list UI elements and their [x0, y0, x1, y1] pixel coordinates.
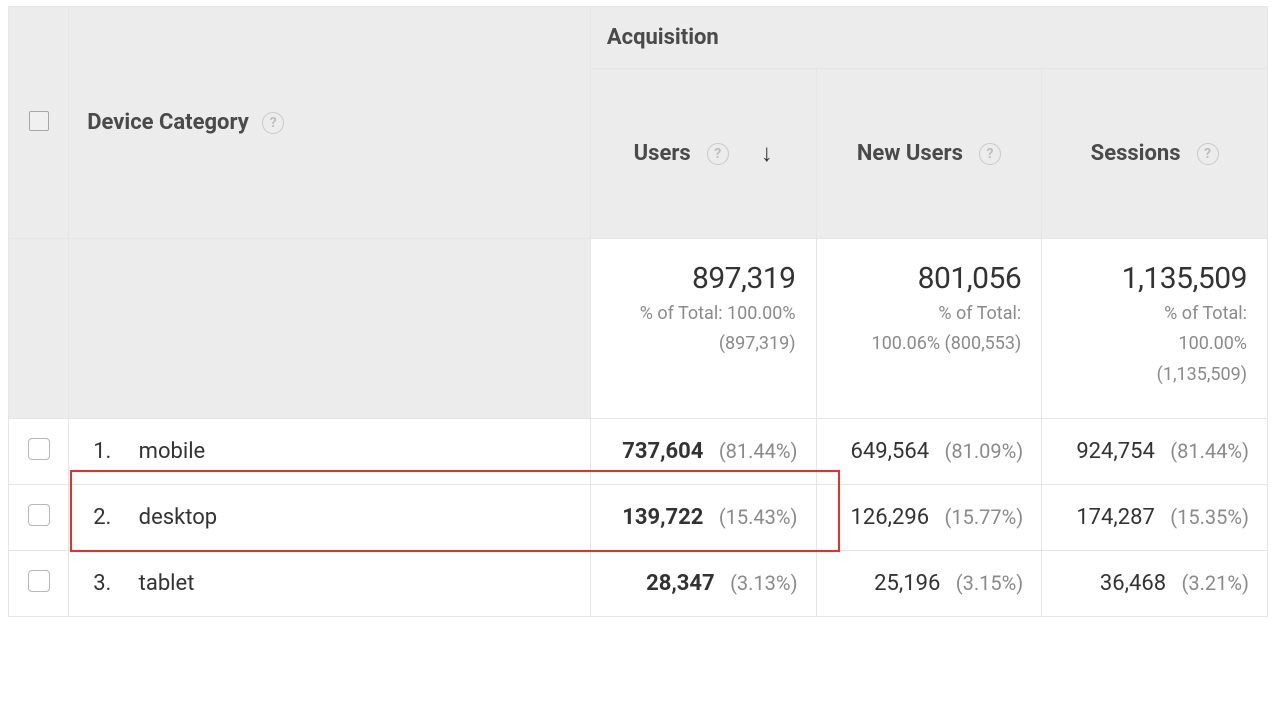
summary-check-cell [9, 239, 69, 419]
users-cell: 737,604 (81.44%) [590, 419, 816, 485]
summary-row: 897,319 % of Total: 100.00% (897,319) 80… [9, 239, 1268, 419]
table-row: 3. tablet 28,347 (3.13%) 25,196 (3.15%) … [9, 551, 1268, 617]
help-icon[interactable]: ? [707, 143, 729, 165]
new-users-value: 649,564 [851, 439, 930, 464]
new-users-value: 126,296 [851, 505, 930, 530]
acquisition-header: Acquisition [590, 7, 1267, 69]
summary-users-value: 897,319 [601, 261, 796, 296]
row-checkbox[interactable] [28, 438, 50, 460]
summary-users-sub1: % of Total: 100.00% [601, 302, 796, 326]
sessions-cell: 36,468 (3.21%) [1042, 551, 1268, 617]
sessions-header-label: Sessions [1091, 141, 1181, 166]
row-index: 2. [93, 505, 133, 530]
users-column-header[interactable]: Users ? ↓ [590, 69, 816, 239]
summary-users-sub2: (897,319) [601, 332, 796, 356]
new-users-column-header[interactable]: New Users ? [816, 69, 1042, 239]
summary-sessions-value: 1,135,509 [1052, 261, 1247, 296]
dimension-cell[interactable]: 2. desktop [69, 485, 591, 551]
row-check-cell [9, 485, 69, 551]
summary-users: 897,319 % of Total: 100.00% (897,319) [590, 239, 816, 419]
sessions-pct: (3.21%) [1182, 571, 1249, 595]
summary-dimension-cell [69, 239, 591, 419]
row-index: 3. [93, 571, 133, 596]
new-users-cell: 649,564 (81.09%) [816, 419, 1042, 485]
summary-new-users-sub2: 100.06% (800,553) [827, 332, 1022, 356]
sessions-cell: 924,754 (81.44%) [1042, 419, 1268, 485]
dimension-cell[interactable]: 1. mobile [69, 419, 591, 485]
sessions-value: 36,468 [1100, 571, 1166, 596]
help-icon[interactable]: ? [979, 143, 1001, 165]
summary-new-users-value: 801,056 [827, 261, 1022, 296]
new-users-cell: 126,296 (15.77%) [816, 485, 1042, 551]
row-label: desktop [139, 505, 217, 530]
header-checkbox-cell [9, 7, 69, 239]
row-check-cell [9, 551, 69, 617]
row-checkbox[interactable] [28, 570, 50, 592]
acquisition-header-label: Acquisition [607, 25, 719, 50]
users-cell: 139,722 (15.43%) [590, 485, 816, 551]
users-header-label: Users [634, 141, 691, 166]
sessions-pct: (81.44%) [1170, 439, 1249, 463]
dimension-header-label: Device Category [87, 110, 249, 135]
users-pct: (81.44%) [719, 439, 798, 463]
sessions-column-header[interactable]: Sessions ? [1042, 69, 1268, 239]
new-users-cell: 25,196 (3.15%) [816, 551, 1042, 617]
sessions-pct: (15.35%) [1170, 505, 1249, 529]
new-users-pct: (3.15%) [956, 571, 1023, 595]
users-pct: (15.43%) [719, 505, 798, 529]
summary-sessions: 1,135,509 % of Total: 100.00% (1,135,509… [1042, 239, 1268, 419]
new-users-pct: (81.09%) [945, 439, 1024, 463]
device-category-table: Device Category ? Acquisition Users ? ↓ … [8, 6, 1268, 617]
new-users-pct: (15.77%) [945, 505, 1024, 529]
table-row: 1. mobile 737,604 (81.44%) 649,564 (81.0… [9, 419, 1268, 485]
new-users-header-label: New Users [857, 141, 963, 166]
sessions-value: 924,754 [1076, 439, 1155, 464]
summary-new-users-sub1: % of Total: [827, 302, 1022, 326]
users-cell: 28,347 (3.13%) [590, 551, 816, 617]
row-checkbox[interactable] [28, 504, 50, 526]
sessions-cell: 174,287 (15.35%) [1042, 485, 1268, 551]
help-icon[interactable]: ? [1197, 143, 1219, 165]
row-label: mobile [139, 439, 206, 464]
dimension-header[interactable]: Device Category ? [69, 7, 591, 239]
dimension-cell[interactable]: 3. tablet [69, 551, 591, 617]
row-index: 1. [93, 439, 133, 464]
row-label: tablet [139, 571, 195, 596]
sessions-value: 174,287 [1076, 505, 1155, 530]
help-icon[interactable]: ? [262, 112, 284, 134]
summary-sessions-sub2: 100.00% [1052, 332, 1247, 356]
users-value: 139,722 [622, 505, 703, 530]
row-check-cell [9, 419, 69, 485]
users-pct: (3.13%) [730, 571, 797, 595]
sort-descending-icon: ↓ [761, 139, 773, 168]
summary-sessions-sub3: (1,135,509) [1052, 363, 1247, 387]
table-row: 2. desktop 139,722 (15.43%) 126,296 (15.… [9, 485, 1268, 551]
summary-sessions-sub1: % of Total: [1052, 302, 1247, 326]
users-value: 737,604 [622, 439, 703, 464]
select-all-checkbox[interactable] [29, 111, 49, 131]
new-users-value: 25,196 [874, 571, 940, 596]
users-value: 28,347 [646, 571, 715, 596]
summary-new-users: 801,056 % of Total: 100.06% (800,553) [816, 239, 1042, 419]
